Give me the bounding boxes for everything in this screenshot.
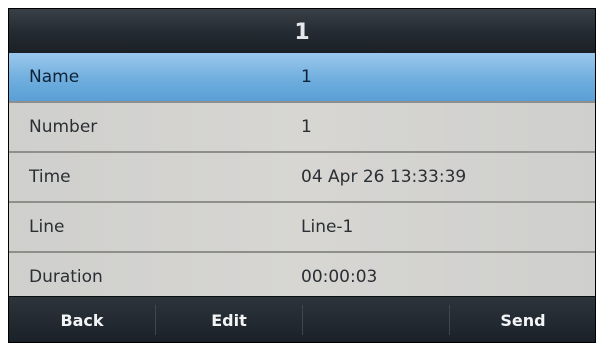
- field-value: 00:00:03: [301, 267, 378, 287]
- empty-softkey[interactable]: [303, 297, 449, 342]
- field-row-number[interactable]: Number 1: [9, 103, 595, 153]
- phone-screen: 1 Name 1 Number 1 Time 04 Apr 26 13:33:3…: [8, 8, 596, 343]
- field-label: Line: [29, 217, 65, 237]
- softkey-bar: Back Edit Send: [9, 296, 595, 342]
- field-row-name[interactable]: Name 1: [9, 53, 595, 103]
- field-value: 04 Apr 26 13:33:39: [301, 167, 467, 187]
- edit-softkey[interactable]: Edit: [156, 297, 302, 342]
- field-value: Line-1: [301, 217, 354, 237]
- call-detail-list: Name 1 Number 1 Time 04 Apr 26 13:33:39 …: [9, 53, 595, 299]
- field-value: 1: [301, 67, 312, 87]
- field-label: Number: [29, 117, 98, 137]
- send-softkey[interactable]: Send: [450, 297, 595, 342]
- field-row-time[interactable]: Time 04 Apr 26 13:33:39: [9, 153, 595, 203]
- field-row-line[interactable]: Line Line-1: [9, 203, 595, 253]
- field-value: 1: [301, 117, 312, 137]
- field-label: Name: [29, 67, 80, 87]
- field-label: Time: [29, 167, 71, 187]
- screen-title: 1: [9, 9, 595, 53]
- back-softkey[interactable]: Back: [9, 297, 155, 342]
- field-row-duration[interactable]: Duration 00:00:03: [9, 253, 595, 301]
- field-label: Duration: [29, 267, 103, 287]
